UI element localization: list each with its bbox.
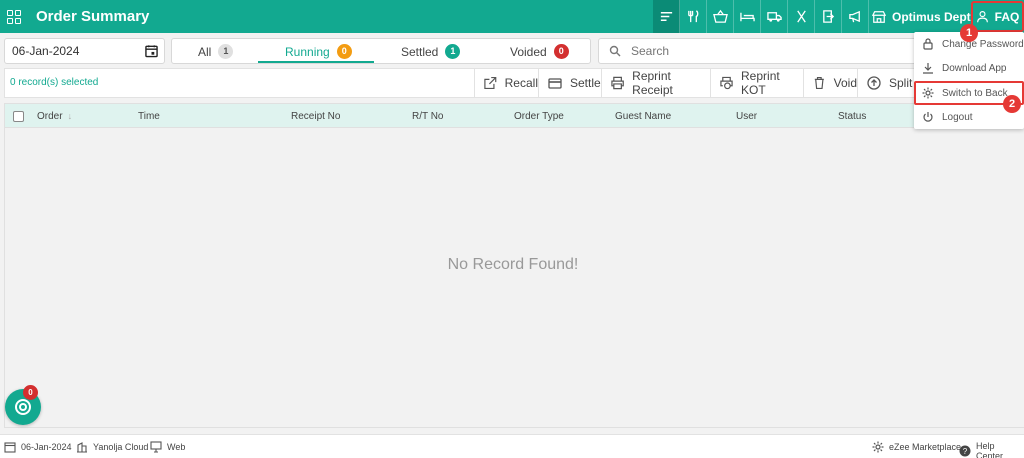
settle-label: Settle: [570, 76, 601, 90]
monitor-icon: [150, 441, 162, 453]
chat-button[interactable]: 0: [5, 385, 41, 425]
trash-icon: [814, 76, 824, 90]
void-label: Void: [833, 76, 857, 90]
column-header-user: User: [736, 111, 758, 122]
status-tabs: All 1 Running 0 Settled 1 Voided 0: [171, 38, 591, 64]
column-header-rt-no: R/T No: [412, 111, 444, 122]
tab-settled[interactable]: Settled 1: [401, 39, 461, 64]
split-button[interactable]: Split: [857, 69, 915, 97]
search-input[interactable]: [631, 44, 891, 58]
date-value: 06-Jan-2024: [12, 44, 80, 58]
tab-label: Settled: [401, 44, 439, 59]
tab-all[interactable]: All 1: [198, 39, 234, 64]
gear-icon: [922, 87, 934, 99]
tab-voided[interactable]: Voided 0: [510, 39, 569, 64]
kot-printer-icon: [720, 76, 733, 90]
step-marker-1: 1: [960, 24, 978, 42]
card-icon: [548, 78, 562, 89]
truck-icon[interactable]: [761, 0, 788, 33]
footer-platform: Web: [150, 441, 185, 453]
column-header-order-type: Order Type: [514, 111, 564, 122]
user-menu-dropdown: Change Password Download App Switch to B…: [914, 32, 1024, 129]
tab-label: Running: [285, 44, 330, 59]
outlet-selector[interactable]: Optimus Dept: [872, 0, 971, 33]
basket-icon[interactable]: [707, 0, 734, 33]
tab-count-badge: 0: [336, 44, 352, 59]
toolbar-icons: [653, 0, 869, 33]
reprint-kot-label: Reprint KOT: [741, 69, 780, 97]
date-picker[interactable]: 06-Jan-2024: [4, 38, 165, 64]
step-marker-2: 2: [1003, 95, 1021, 113]
void-button[interactable]: Void: [803, 69, 857, 97]
gear-icon: [872, 441, 884, 453]
sort-arrow-icon[interactable]: ↓: [68, 111, 73, 121]
download-icon: [923, 63, 933, 74]
top-bar: Order Summary Optimus Dept FAQ: [0, 0, 1024, 33]
printer-icon: [611, 76, 624, 90]
page-title: Order Summary: [36, 8, 150, 25]
svg-text:?: ?: [963, 447, 968, 456]
user-faq-button[interactable]: FAQ: [971, 1, 1024, 32]
footer-cloud: Yanolja Cloud: [76, 441, 148, 453]
building-icon: [77, 442, 87, 453]
settle-button[interactable]: Settle: [538, 69, 601, 97]
outlet-name: Optimus Dept: [892, 9, 971, 24]
user-icon: [976, 11, 988, 23]
help-icon: ?: [959, 445, 971, 457]
table-header: Order ↓ Time Receipt No R/T No Order Type…: [4, 103, 1024, 128]
footer-date: 06-Jan-2024: [4, 441, 72, 453]
split-label: Split: [889, 76, 913, 90]
reprint-receipt-label: Reprint Receipt: [632, 69, 673, 97]
calendar-icon: [4, 442, 16, 453]
column-header-time: Time: [138, 111, 160, 122]
store-icon: [872, 10, 886, 23]
search-field[interactable]: [598, 38, 924, 64]
column-header-receipt-no: Receipt No: [291, 111, 341, 122]
megaphone-icon[interactable]: [842, 0, 869, 33]
cutlery-icon[interactable]: [788, 0, 815, 33]
search-icon: [609, 45, 621, 57]
bed-icon[interactable]: [734, 0, 761, 33]
menu-item-download-app[interactable]: Download App: [914, 56, 1024, 80]
chat-badge: 0: [23, 385, 38, 400]
restaurant-icon[interactable]: [680, 0, 707, 33]
tab-label: Voided: [510, 44, 547, 59]
power-icon: [923, 112, 933, 122]
select-all-checkbox[interactable]: [13, 111, 24, 122]
app-grid-icon[interactable]: [7, 9, 21, 24]
chat-icon: [15, 399, 31, 415]
marketplace-link[interactable]: eZee Marketplace: [872, 441, 961, 453]
tab-count-badge: 1: [445, 44, 461, 59]
recall-button[interactable]: Recall: [474, 69, 538, 97]
status-bar: 06-Jan-2024 Yanolja Cloud Web eZee Marke…: [0, 434, 1024, 458]
tab-count-badge: 1: [218, 44, 234, 59]
active-tab-indicator: [258, 61, 374, 63]
column-header-order[interactable]: Order ↓: [37, 111, 72, 122]
external-link-icon: [484, 76, 497, 90]
tab-count-badge: 0: [553, 44, 569, 59]
action-bar: 0 record(s) selected Recall Settle Repri…: [4, 68, 1024, 98]
column-header-guest-name: Guest Name: [615, 111, 672, 122]
recall-label: Recall: [504, 76, 538, 90]
split-icon: [867, 76, 881, 90]
reprint-kot-button[interactable]: Reprint KOT: [710, 69, 803, 97]
table-body: No Record Found!: [4, 128, 1024, 428]
tab-label: All: [198, 44, 212, 59]
sort-lines-icon[interactable]: [653, 0, 680, 33]
selected-count: 0 record(s) selected: [10, 77, 99, 88]
faq-label: FAQ: [994, 9, 1020, 24]
exit-door-icon[interactable]: [815, 0, 842, 33]
lock-icon: [923, 38, 933, 50]
column-header-status: Status: [838, 111, 867, 122]
reprint-receipt-button[interactable]: Reprint Receipt: [601, 69, 710, 97]
calendar-icon[interactable]: [145, 44, 158, 58]
help-center-link[interactable]: ? Help Center: [959, 441, 1024, 458]
empty-state-message: No Record Found!: [447, 256, 579, 273]
filter-row: 06-Jan-2024 All 1 Running 0 Settled 1 Vo…: [0, 36, 1024, 66]
